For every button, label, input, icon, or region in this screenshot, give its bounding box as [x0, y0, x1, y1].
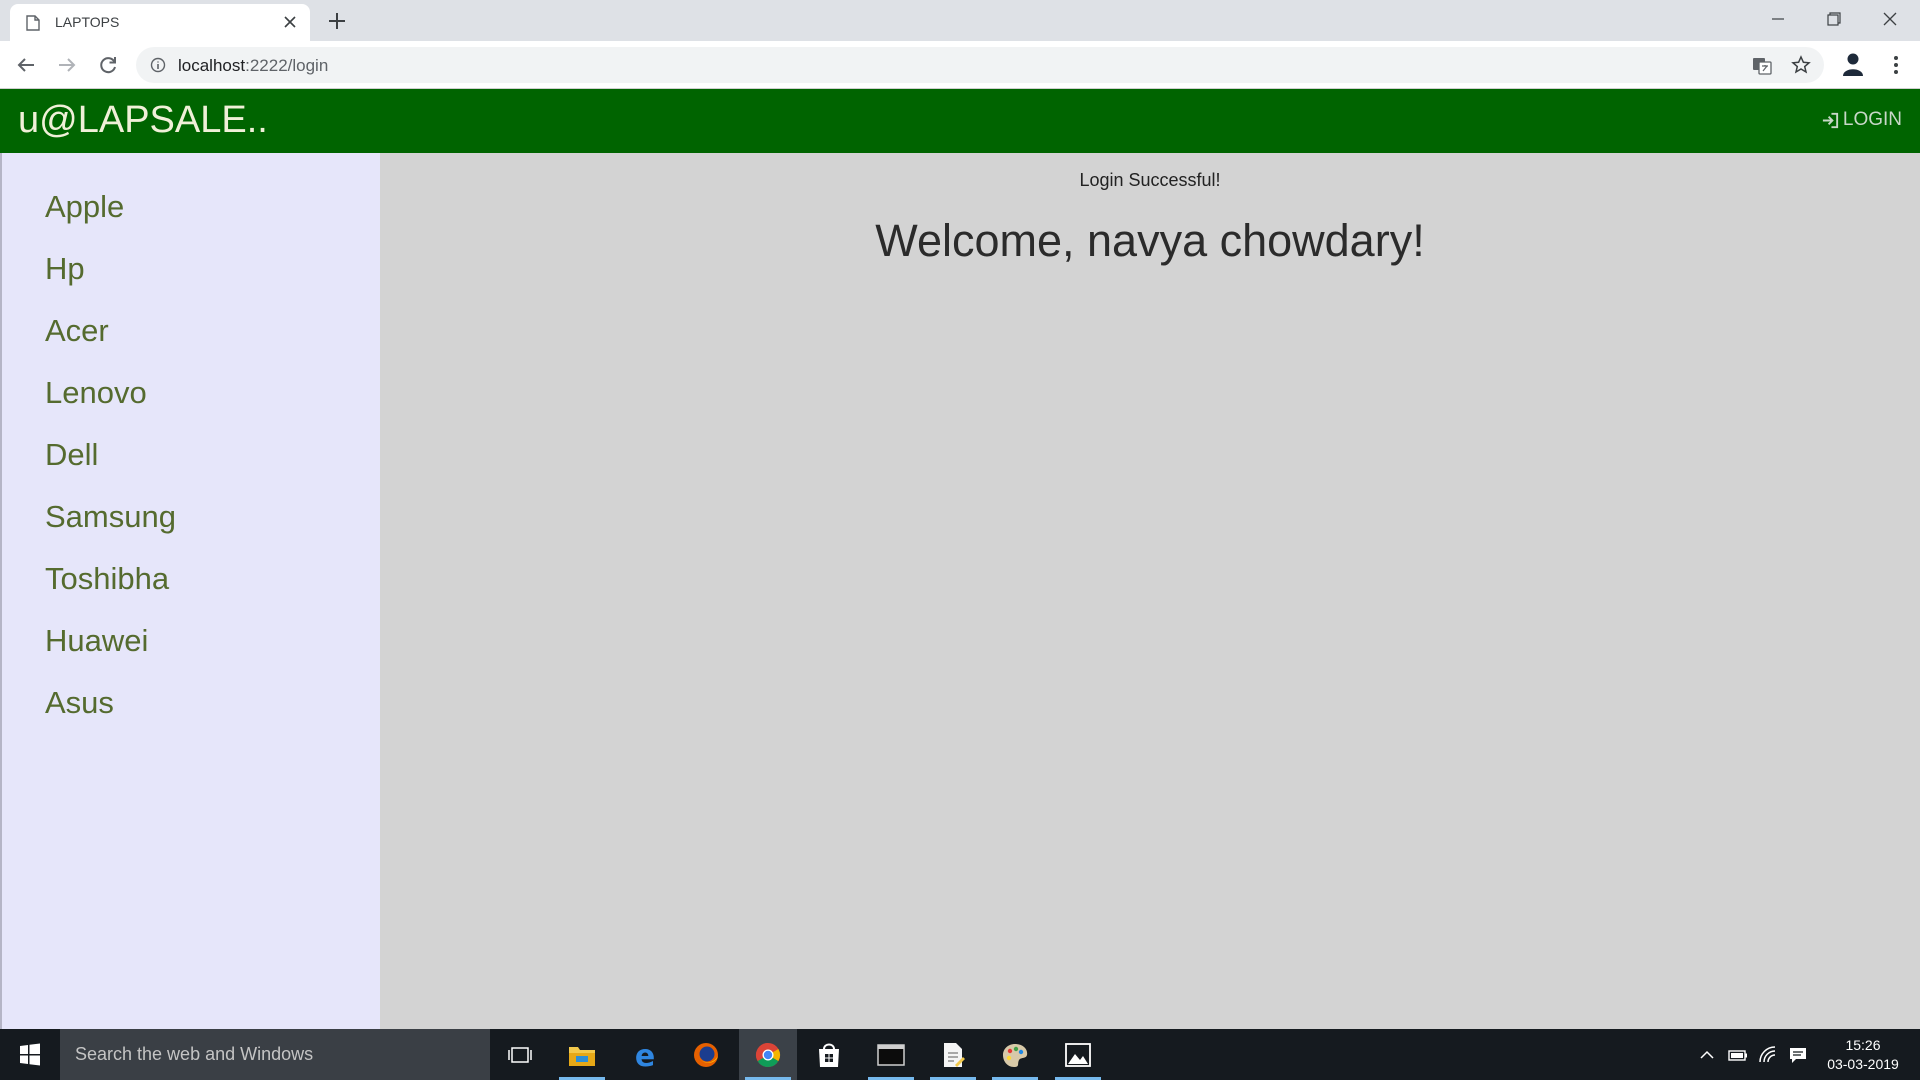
translate-icon[interactable]: [1752, 56, 1772, 76]
file-explorer-button[interactable]: [553, 1029, 611, 1080]
store-icon: [819, 1043, 839, 1067]
flash-message: Login Successful!: [1079, 170, 1221, 190]
paint-button[interactable]: [986, 1029, 1044, 1080]
terminal-icon: [877, 1044, 905, 1066]
url-text[interactable]: localhost:2222/login: [178, 56, 328, 76]
browser-tabstrip: LAPTOPS: [0, 0, 1920, 41]
sidebar-item-dell[interactable]: Dell: [2, 435, 380, 497]
firefox-icon: [694, 1043, 718, 1067]
chrome-icon: [755, 1043, 781, 1068]
svg-text:e: e: [635, 1041, 655, 1069]
task-view-button[interactable]: [491, 1029, 549, 1080]
tab-title: LAPTOPS: [55, 14, 120, 30]
browser-toolbar: localhost:2222/login: [0, 41, 1920, 89]
url-path: :2222/login: [245, 56, 329, 75]
terminal-button[interactable]: [862, 1029, 920, 1080]
sidebar-item-asus[interactable]: Asus: [2, 683, 380, 745]
wifi-icon[interactable]: [1758, 1045, 1778, 1065]
welcome-heading: Welcome, navya chowdary!: [875, 215, 1425, 266]
edge-icon: e: [635, 1041, 655, 1069]
paint-palette-icon: [1003, 1044, 1028, 1067]
document-app-button[interactable]: [924, 1029, 982, 1080]
sidebar-item-apple[interactable]: Apple: [2, 187, 380, 249]
profile-avatar-icon[interactable]: [1840, 51, 1866, 77]
login-label: LOGIN: [1842, 109, 1902, 130]
chevron-up-icon[interactable]: [1697, 1045, 1717, 1065]
folder-icon: [569, 1047, 595, 1066]
taskbar-search-box[interactable]: Search the web and Windows: [60, 1029, 490, 1080]
photos-button[interactable]: [1049, 1029, 1107, 1080]
address-bar[interactable]: localhost:2222/login: [136, 47, 1824, 83]
reload-icon[interactable]: [96, 53, 120, 77]
bookmark-star-icon[interactable]: [1791, 55, 1811, 75]
taskbar-clock[interactable]: 15:26 03-03-2019: [1808, 1036, 1918, 1074]
store-button[interactable]: [800, 1029, 858, 1080]
clock-date: 03-03-2019: [1827, 1056, 1899, 1072]
sidebar-item-huawei[interactable]: Huawei: [2, 621, 380, 683]
sidebar-item-samsung[interactable]: Samsung: [2, 497, 380, 559]
top-navbar: u@LAPSALE.. LOGIN: [0, 89, 1920, 153]
new-tab-icon[interactable]: [326, 10, 348, 32]
windows-taskbar: Search the web and Windows e 15:26 03-03…: [0, 1029, 1920, 1080]
site-info-icon[interactable]: [150, 57, 166, 73]
forward-arrow-icon[interactable]: [55, 53, 79, 77]
url-host: localhost: [178, 56, 246, 75]
action-center-icon[interactable]: [1788, 1045, 1808, 1065]
restore-icon[interactable]: [1822, 8, 1846, 30]
taskbar-search-placeholder: Search the web and Windows: [75, 1044, 314, 1064]
brand-logo-text[interactable]: u@LAPSALE..: [18, 99, 268, 142]
main-content: Login Successful! Welcome, navya chowdar…: [380, 153, 1920, 1029]
edge-browser-button[interactable]: e: [616, 1029, 674, 1080]
sidebar-item-toshibha[interactable]: Toshibha: [2, 559, 380, 621]
page-icon: [26, 15, 40, 31]
clock-time: 15:26: [1845, 1037, 1881, 1053]
photos-icon: [1065, 1043, 1091, 1067]
sidebar-item-acer[interactable]: Acer: [2, 311, 380, 373]
task-view-icon: [508, 1047, 532, 1063]
chrome-button[interactable]: [739, 1029, 797, 1080]
login-icon: [1822, 112, 1838, 128]
firefox-button[interactable]: [677, 1029, 735, 1080]
login-link[interactable]: LOGIN: [1821, 109, 1902, 131]
windows-start-icon[interactable]: [0, 1029, 60, 1080]
sidebar-item-lenovo[interactable]: Lenovo: [2, 373, 380, 435]
browser-tab[interactable]: LAPTOPS: [10, 4, 310, 41]
sidebar-item-hp[interactable]: Hp: [2, 249, 380, 311]
minimize-icon[interactable]: [1766, 8, 1790, 30]
document-icon: [944, 1043, 965, 1067]
close-tab-icon[interactable]: [282, 14, 298, 30]
brand-sidebar: Apple Hp Acer Lenovo Dell Samsung Toshib…: [0, 153, 380, 1029]
back-arrow-icon[interactable]: [14, 53, 38, 77]
battery-icon[interactable]: [1728, 1045, 1748, 1065]
close-window-icon[interactable]: [1878, 8, 1902, 30]
brand-list: Apple Hp Acer Lenovo Dell Samsung Toshib…: [2, 153, 380, 745]
browser-menu-icon[interactable]: [1884, 53, 1908, 77]
